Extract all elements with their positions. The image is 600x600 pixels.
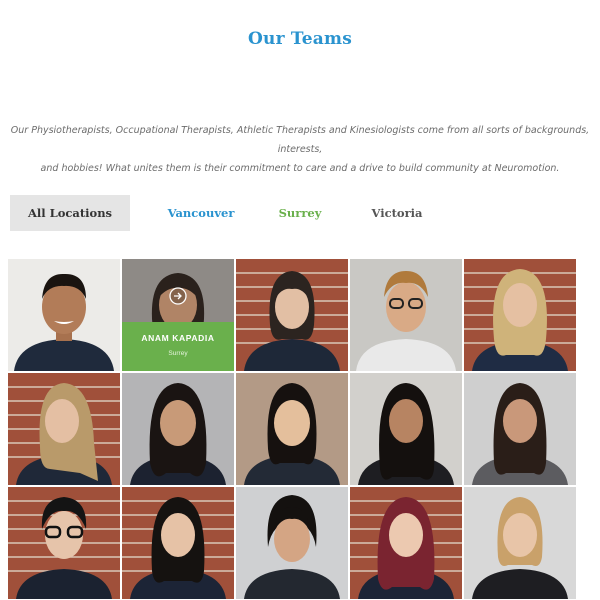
- member-name: ANAM KAPADIA: [141, 333, 215, 343]
- filter-victoria[interactable]: Victoria: [356, 195, 438, 231]
- team-member-photo[interactable]: [236, 487, 348, 599]
- team-member-photo[interactable]: [350, 487, 462, 599]
- team-member-photo[interactable]: [122, 487, 234, 599]
- intro-line-2: and hobbies! What unites them is their c…: [40, 163, 560, 174]
- team-member-photo[interactable]: [464, 373, 576, 485]
- team-member-photo[interactable]: [8, 259, 120, 371]
- team-member-photo[interactable]: [464, 259, 576, 371]
- team-grid: ANAM KAPADIA Surrey: [8, 259, 576, 599]
- team-member-photo[interactable]: [122, 373, 234, 485]
- team-member-photo[interactable]: [236, 259, 348, 371]
- arrow-circle-icon[interactable]: [169, 287, 187, 305]
- team-member-photo[interactable]: [8, 487, 120, 599]
- intro-text: Our Physiotherapists, Occupational Thera…: [0, 121, 600, 178]
- team-member-photo[interactable]: [236, 373, 348, 485]
- member-location: Surrey: [168, 350, 188, 357]
- team-member-photo-hovered[interactable]: ANAM KAPADIA Surrey: [122, 259, 234, 371]
- team-member-photo[interactable]: [350, 373, 462, 485]
- filter-all-locations[interactable]: All Locations: [10, 195, 130, 231]
- team-member-photo[interactable]: [464, 487, 576, 599]
- page-title: Our Teams: [248, 29, 352, 49]
- filter-surrey[interactable]: Surrey: [262, 195, 338, 231]
- intro-line-1: Our Physiotherapists, Occupational Thera…: [10, 125, 590, 155]
- member-hover-overlay[interactable]: ANAM KAPADIA Surrey: [122, 322, 234, 371]
- filter-vancouver[interactable]: Vancouver: [146, 195, 256, 231]
- team-member-photo[interactable]: [8, 373, 120, 485]
- team-member-photo[interactable]: [350, 259, 462, 371]
